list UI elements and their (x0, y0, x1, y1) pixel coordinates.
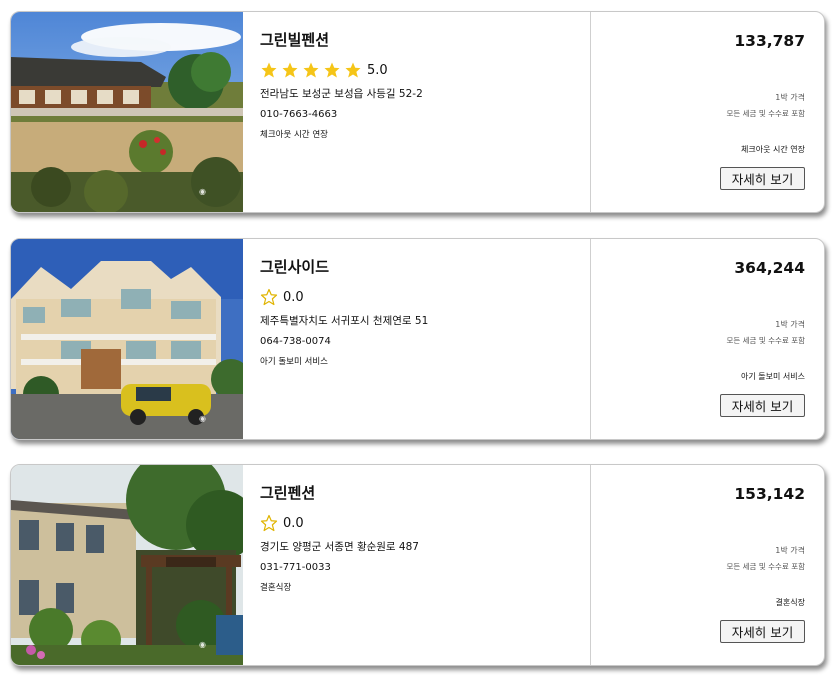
service-tag: 결혼식장 (775, 598, 805, 607)
listing-name[interactable]: 그린사이드 (260, 257, 580, 277)
listing-photo[interactable] (11, 12, 243, 212)
tax-note: 모든 세금 및 수수료 포함 (726, 562, 805, 571)
listing-card[interactable]: ◉ 그린펜션 0.0 경기도 양평군 서종면 황순원로 487 031-771-… (10, 464, 825, 666)
listing-info: 그린사이드 0.0 제주특별자치도 서귀포시 천제연로 51 064-738-0… (260, 257, 580, 369)
rating-row: 5.0 (260, 60, 580, 80)
listing-service: 아기 돌보미 서비스 (260, 357, 328, 367)
listing-info: 그린빌펜션 5.0 전라남도 보성군 보성읍 사등길 52-2 010-7663… (260, 30, 580, 142)
listing-address: 전라남도 보성군 보성읍 사등길 52-2 (260, 88, 423, 100)
service-tag: 아기 돌보미 서비스 (741, 372, 805, 381)
rating-row: 0.0 (260, 287, 580, 307)
listing-name[interactable]: 그린펜션 (260, 483, 580, 503)
star-outline-icon (260, 514, 278, 532)
listing-service: 결혼식장 (260, 583, 292, 593)
listing-phone: 010-7663-4663 (260, 109, 338, 120)
listing-name[interactable]: 그린빌펜션 (260, 30, 580, 50)
rating-row: 0.0 (260, 513, 580, 533)
price-panel: 364,244 1박 가격 모든 세금 및 수수료 포함 아기 돌보미 서비스 … (590, 239, 824, 439)
listing-price: 133,787 (734, 32, 805, 50)
star-filled-icon (345, 62, 361, 78)
watermark-logo: ◉ (199, 640, 206, 649)
per-night-label: 1박 가격 (775, 546, 805, 555)
star-filled-icon (303, 62, 319, 78)
listing-card[interactable]: ◉ 그린빌펜션 5.0 전라남도 보성군 보성읍 사등길 52-2 010-76… (10, 11, 825, 213)
hanok-house-photo (11, 12, 243, 212)
view-details-button[interactable]: 자세히 보기 (720, 620, 805, 643)
view-details-button[interactable]: 자세히 보기 (720, 167, 805, 190)
rating-value: 5.0 (367, 62, 388, 78)
listing-list: ◉ 그린빌펜션 5.0 전라남도 보성군 보성읍 사등길 52-2 010-76… (0, 0, 838, 687)
listing-info: 그린펜션 0.0 경기도 양평군 서종면 황순원로 487 031-771-00… (260, 483, 580, 595)
price-panel: 153,142 1박 가격 모든 세금 및 수수료 포함 결혼식장 자세히 보기 (590, 465, 824, 665)
star-filled-icon (282, 62, 298, 78)
star-filled-icon (324, 62, 340, 78)
rating-value: 0.0 (283, 515, 304, 531)
garden-pension-photo (11, 465, 243, 665)
listing-address: 제주특별자치도 서귀포시 천제연로 51 (260, 315, 429, 327)
price-panel: 133,787 1박 가격 모든 세금 및 수수료 포함 체크아웃 시간 연장 … (590, 12, 824, 212)
listing-phone: 031-771-0033 (260, 562, 331, 573)
view-details-button[interactable]: 자세히 보기 (720, 394, 805, 417)
listing-photo[interactable] (11, 239, 243, 439)
villa-building-photo (11, 239, 243, 439)
per-night-label: 1박 가격 (775, 320, 805, 329)
listing-address: 경기도 양평군 서종면 황순원로 487 (260, 541, 419, 553)
listing-price: 364,244 (734, 259, 805, 277)
per-night-label: 1박 가격 (775, 93, 805, 102)
listing-service: 체크아웃 시간 연장 (260, 130, 328, 140)
listing-phone: 064-738-0074 (260, 336, 331, 347)
watermark-logo: ◉ (199, 187, 206, 196)
watermark-logo: ◉ (199, 414, 206, 423)
listing-photo[interactable] (11, 465, 243, 665)
star-filled-icon (261, 62, 277, 78)
tax-note: 모든 세금 및 수수료 포함 (726, 109, 805, 118)
star-outline-icon (260, 288, 278, 306)
rating-value: 0.0 (283, 289, 304, 305)
listing-price: 153,142 (734, 485, 805, 503)
service-tag: 체크아웃 시간 연장 (741, 145, 805, 154)
listing-card[interactable]: ◉ 그린사이드 0.0 제주특별자치도 서귀포시 천제연로 51 064-738… (10, 238, 825, 440)
tax-note: 모든 세금 및 수수료 포함 (726, 336, 805, 345)
